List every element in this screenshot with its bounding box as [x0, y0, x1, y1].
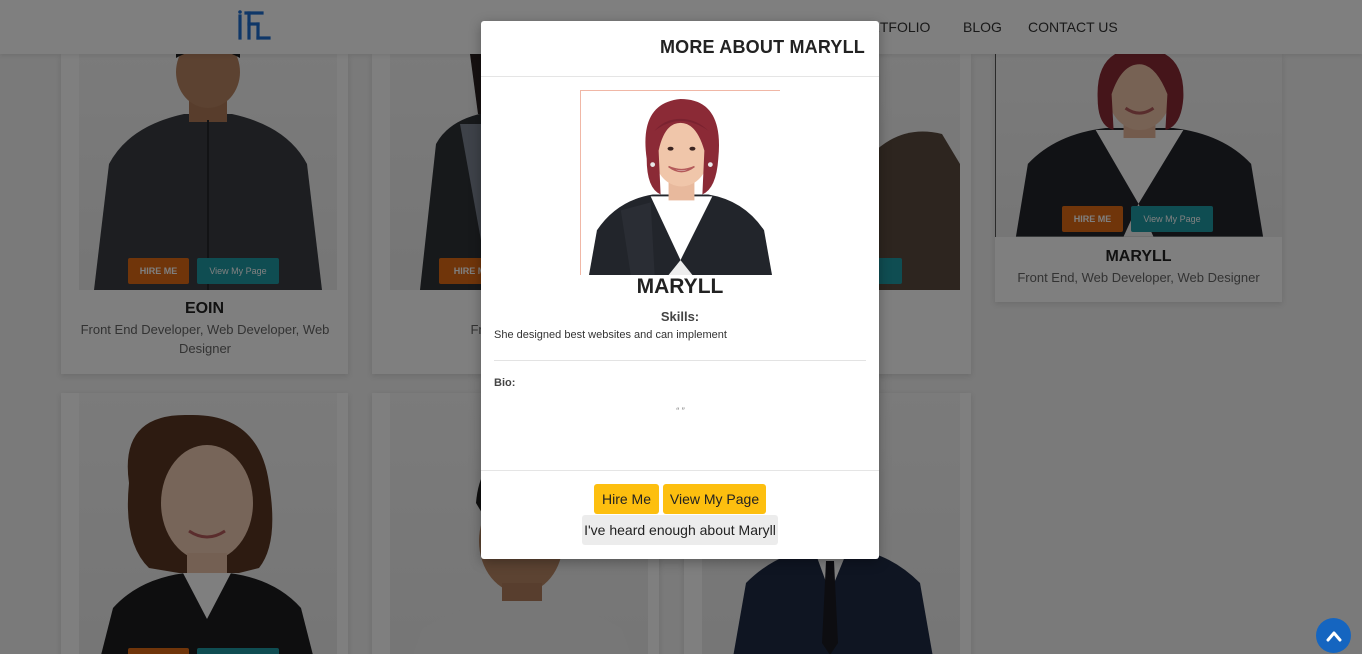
- close-modal-button[interactable]: I've heard enough about Maryll: [582, 515, 778, 545]
- scroll-to-top-button[interactable]: [1316, 618, 1351, 653]
- modal-title: MORE ABOUT MARYLL: [659, 37, 865, 57]
- modal-footer-divider: [481, 470, 879, 471]
- modal-profile-photo: [580, 90, 780, 275]
- skills-label: Skills:: [660, 309, 700, 324]
- modal-profile-name: MARYLL: [636, 275, 724, 298]
- bio-label: Bio:: [494, 377, 516, 389]
- divider: [494, 360, 866, 361]
- chevron-up-icon: [1326, 631, 1341, 641]
- modal-header: MORE ABOUT MARYLL: [481, 21, 879, 77]
- profile-modal: MORE ABOUT MARYLL MARYLL Skills: She des…: [481, 21, 879, 559]
- skills-text: She designed best websites and can imple…: [494, 329, 727, 341]
- hire-me-button[interactable]: Hire Me: [594, 484, 659, 514]
- view-my-page-button[interactable]: View My Page: [663, 484, 766, 514]
- bio-text: “ ”: [675, 406, 685, 416]
